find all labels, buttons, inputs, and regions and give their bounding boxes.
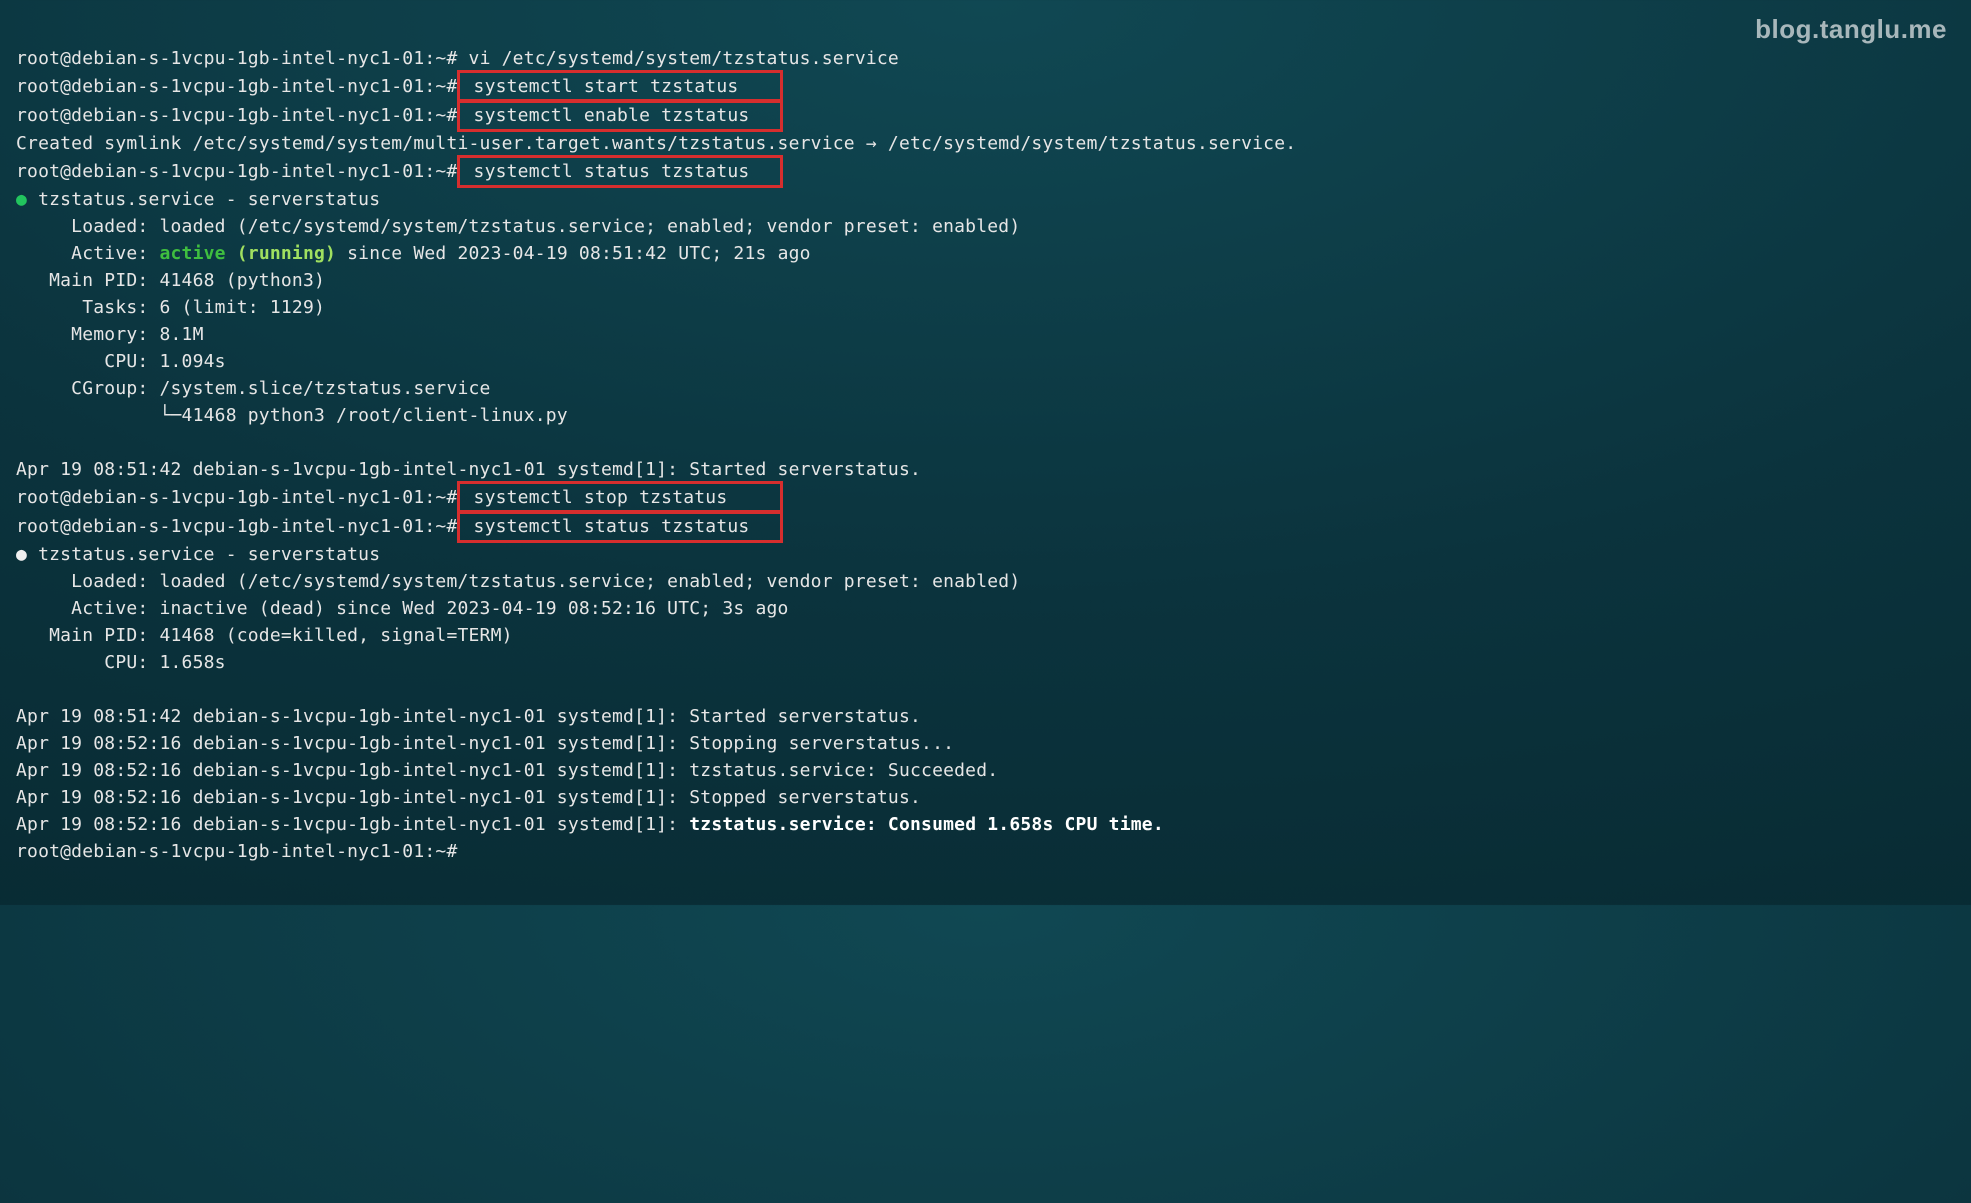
tasks-line: Tasks: 6 (limit: 1129) (16, 297, 325, 318)
cgroup-line: CGroup: /system.slice/tzstatus.service (16, 378, 491, 399)
inactive-line: Active: inactive (dead) since Wed 2023-0… (16, 598, 789, 619)
highlight-box: systemctl status tzstatus (457, 510, 782, 543)
loaded-line: Loaded: loaded (/etc/systemd/system/tzst… (16, 571, 1020, 592)
prompt: root@debian-s-1vcpu-1gb-intel-nyc1-01:~# (16, 841, 457, 862)
main-pid-line: Main PID: 41468 (python3) (16, 270, 325, 291)
cmd-vi: vi /etc/systemd/system/tzstatus.service (469, 48, 899, 69)
highlight-box: systemctl status tzstatus (457, 155, 782, 188)
memory-line: Memory: 8.1M (16, 324, 204, 345)
prompt: root@debian-s-1vcpu-1gb-intel-nyc1-01:~# (16, 161, 457, 182)
active-rest: since Wed 2023-04-19 08:51:42 UTC; 21s a… (336, 243, 811, 264)
loaded-line: Loaded: loaded (/etc/systemd/system/tzst… (16, 216, 1020, 237)
log-prefix: Apr 19 08:52:16 debian-s-1vcpu-1gb-intel… (16, 814, 689, 835)
running-state: (running) (237, 243, 336, 264)
log-line: Apr 19 08:52:16 debian-s-1vcpu-1gb-intel… (16, 733, 954, 754)
service-line: tzstatus.service - serverstatus (27, 189, 380, 210)
prompt: root@debian-s-1vcpu-1gb-intel-nyc1-01:~# (16, 48, 457, 69)
status-bullet-icon: ● (16, 544, 27, 565)
prompt: root@debian-s-1vcpu-1gb-intel-nyc1-01:~# (16, 487, 457, 508)
log-line: Apr 19 08:51:42 debian-s-1vcpu-1gb-intel… (16, 459, 921, 480)
cgroup-child: └─41468 python3 /root/client-linux.py (16, 405, 568, 426)
log-line: Apr 19 08:52:16 debian-s-1vcpu-1gb-intel… (16, 787, 921, 808)
status-bullet-icon: ● (16, 189, 27, 210)
cpu-line: CPU: 1.094s (16, 351, 226, 372)
active-state: active (159, 243, 236, 264)
cmd-start: systemctl start tzstatus (474, 76, 739, 97)
cmd-enable: systemctl enable tzstatus (474, 105, 750, 126)
log-line: Apr 19 08:51:42 debian-s-1vcpu-1gb-intel… (16, 706, 921, 727)
log-line: Apr 19 08:52:16 debian-s-1vcpu-1gb-intel… (16, 760, 998, 781)
prompt: root@debian-s-1vcpu-1gb-intel-nyc1-01:~# (16, 76, 457, 97)
active-label: Active: (16, 243, 159, 264)
prompt: root@debian-s-1vcpu-1gb-intel-nyc1-01:~# (16, 105, 457, 126)
terminal-output: root@debian-s-1vcpu-1gb-intel-nyc1-01:~#… (0, 0, 1971, 905)
log-bold: tzstatus.service: Consumed 1.658s CPU ti… (689, 814, 1164, 835)
output-line: Created symlink /etc/systemd/system/mult… (16, 133, 1296, 154)
prompt: root@debian-s-1vcpu-1gb-intel-nyc1-01:~# (16, 516, 457, 537)
cmd-status: systemctl status tzstatus (474, 516, 750, 537)
highlight-box: systemctl enable tzstatus (457, 99, 782, 132)
cmd-stop: systemctl stop tzstatus (474, 487, 728, 508)
cpu-line: CPU: 1.658s (16, 652, 226, 673)
cmd-status: systemctl status tzstatus (474, 161, 750, 182)
service-line: tzstatus.service - serverstatus (27, 544, 380, 565)
main-pid-line: Main PID: 41468 (code=killed, signal=TER… (16, 625, 513, 646)
